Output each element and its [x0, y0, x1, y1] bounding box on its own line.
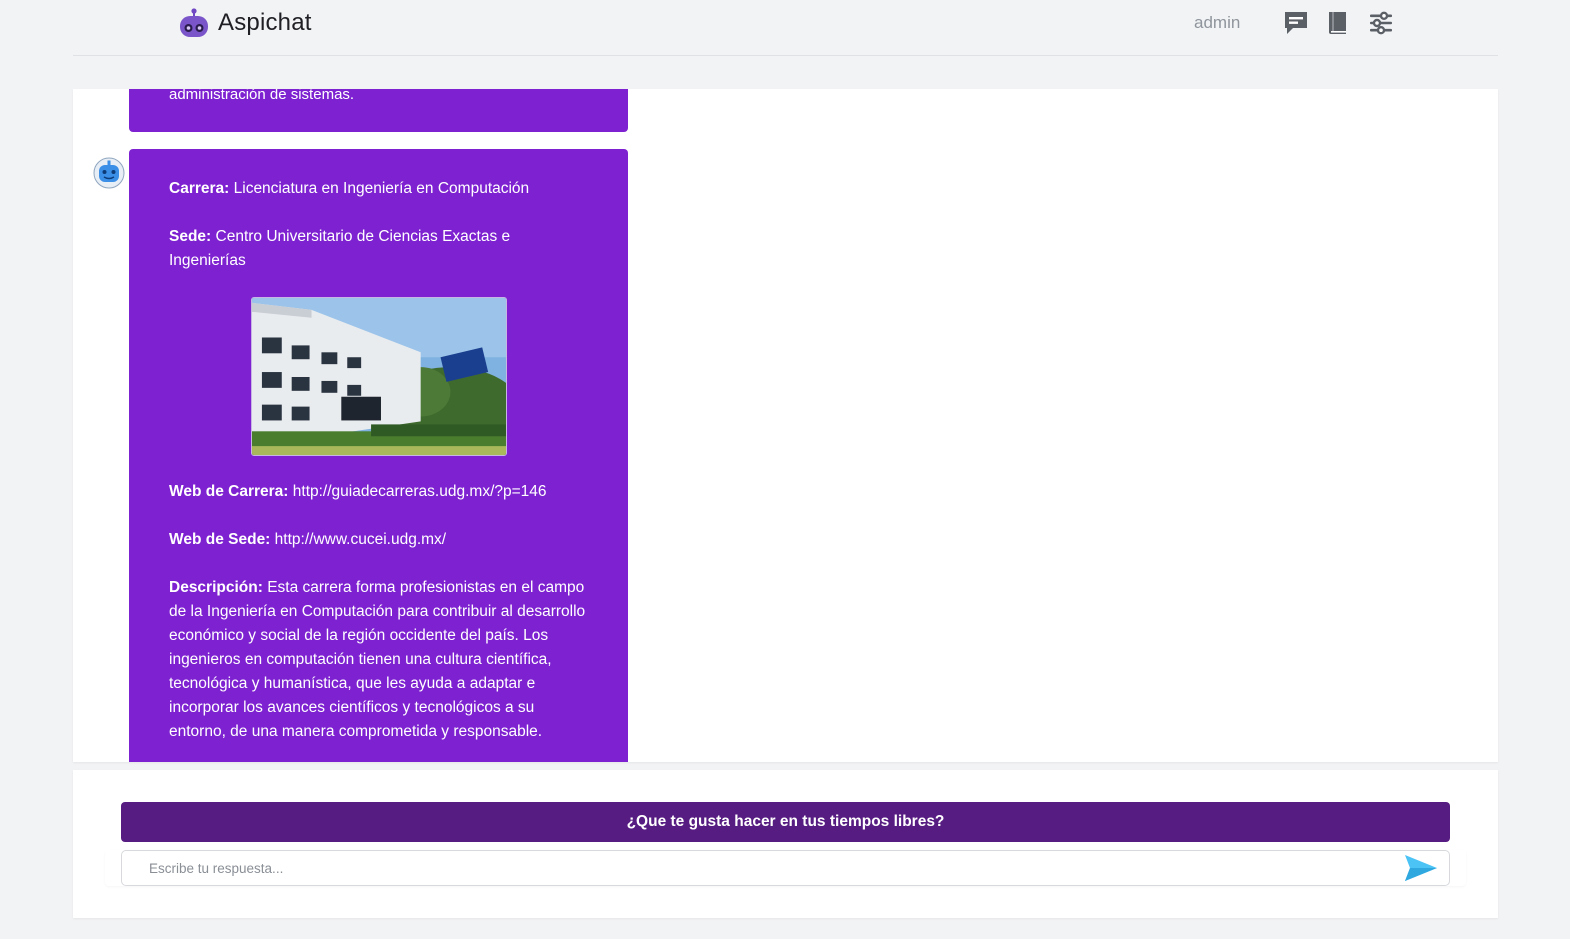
- web-sede-label: Web de Sede:: [169, 531, 271, 548]
- username-label[interactable]: admin: [1194, 13, 1240, 33]
- app-title: Aspichat: [218, 9, 312, 36]
- web-carrera-line: Web de Carrera: http://guiadecarreras.ud…: [169, 480, 588, 504]
- chat-messages-panel[interactable]: administración de sistemas. Carrera: Lic…: [73, 89, 1498, 762]
- web-sede-link[interactable]: http://www.cucei.udg.mx/: [275, 531, 446, 548]
- settings-sliders-icon[interactable]: [1368, 10, 1394, 36]
- web-carrera-label: Web de Carrera:: [169, 483, 289, 500]
- descripcion-value: Esta carrera forma profesionistas en el …: [169, 579, 586, 740]
- sede-value: Centro Universitario de Ciencias Exactas…: [169, 228, 511, 269]
- web-sede-line: Web de Sede: http://www.cucei.udg.mx/: [169, 528, 588, 552]
- top-navbar: Aspichat admin: [73, 0, 1498, 56]
- send-icon[interactable]: [1403, 852, 1439, 884]
- descripcion-line: Descripción: Esta carrera forma profesio…: [169, 576, 588, 744]
- previous-message-text: administración de sistemas.: [169, 89, 355, 103]
- sede-label: Sede:: [169, 228, 212, 245]
- carrera-label: Carrera:: [169, 180, 230, 197]
- answer-input[interactable]: [121, 850, 1450, 886]
- answer-input-wrapper: [105, 850, 1466, 886]
- book-icon[interactable]: [1325, 10, 1351, 36]
- carrera-value: Licenciatura en Ingeniería en Computació…: [233, 180, 530, 197]
- descripcion-label: Descripción:: [169, 579, 263, 596]
- web-carrera-link[interactable]: http://guiadecarreras.udg.mx/?p=146: [293, 483, 547, 500]
- question-banner: ¿Que te gusta hacer en tus tiempos libre…: [121, 802, 1450, 842]
- answer-panel: ¿Que te gusta hacer en tus tiempos libre…: [73, 770, 1498, 918]
- carrera-line: Carrera: Licenciatura en Ingeniería en C…: [169, 177, 588, 201]
- brand[interactable]: Aspichat: [178, 7, 312, 39]
- sede-line: Sede: Centro Universitario de Ciencias E…: [169, 225, 588, 273]
- robot-logo-icon: [180, 8, 208, 37]
- chat-bubble-icon[interactable]: [1283, 10, 1309, 36]
- previous-message-bubble: administración de sistemas.: [129, 89, 628, 132]
- question-text: ¿Que te gusta hacer en tus tiempos libre…: [626, 813, 945, 830]
- campus-building-image: [250, 297, 507, 456]
- bot-message-bubble: Carrera: Licenciatura en Ingeniería en C…: [129, 149, 628, 762]
- bot-avatar-icon: [93, 157, 125, 189]
